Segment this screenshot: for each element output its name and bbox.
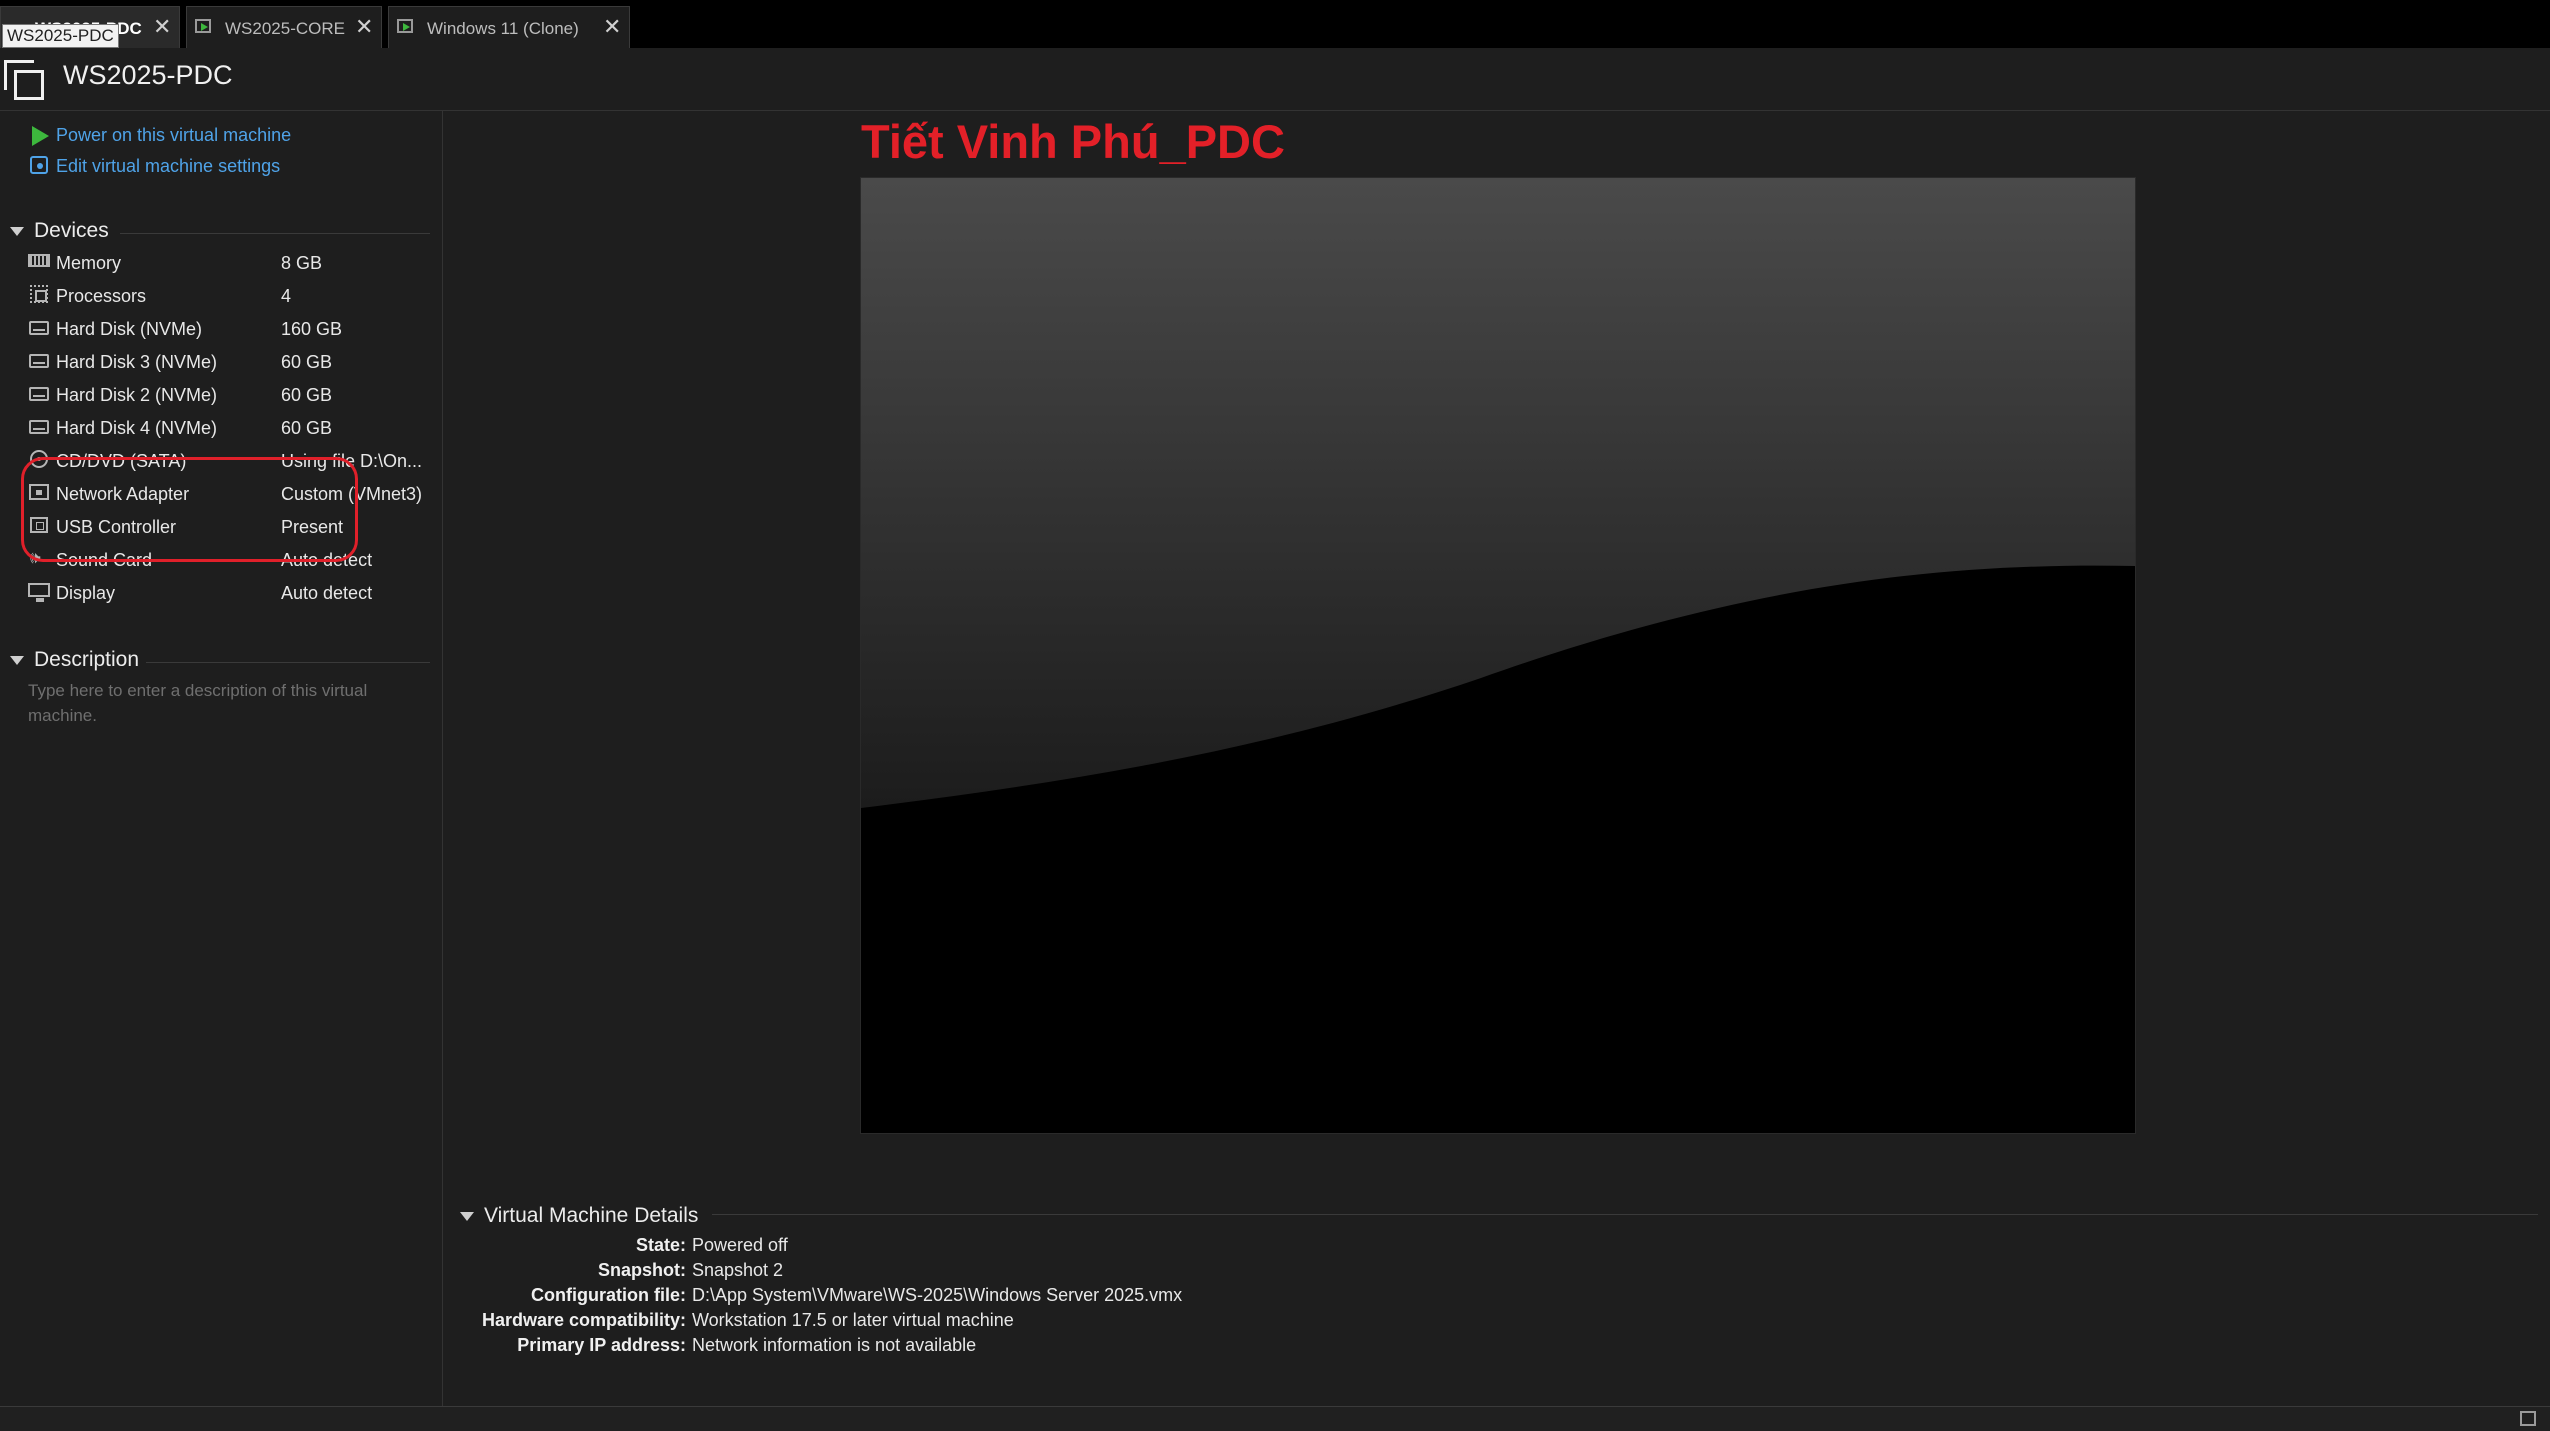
- description-heading: Description: [34, 648, 140, 671]
- virtual-machine-icon: [195, 19, 211, 33]
- hard-disk-icon: [29, 354, 49, 368]
- display-icon: [28, 583, 50, 602]
- device-name: Hard Disk 2 (NVMe): [56, 385, 218, 405]
- red-annotation-ellipse: [21, 457, 358, 562]
- detail-value: Network information is not available: [692, 1335, 977, 1355]
- vm-preview-artwork: [861, 178, 2135, 1133]
- detail-key-snapshot: Snapshot:: [460, 1260, 686, 1285]
- divider: [712, 1214, 2538, 1215]
- divider: [146, 662, 430, 663]
- detail-key: Primary IP address:: [517, 1335, 686, 1355]
- close-icon[interactable]: ✕: [153, 14, 171, 40]
- devices-heading: Devices: [34, 219, 109, 242]
- device-value: 8 GB: [281, 253, 323, 273]
- device-value: Auto detect: [281, 583, 373, 603]
- detail-key: Snapshot:: [598, 1260, 686, 1280]
- power-on-icon: [32, 126, 49, 146]
- close-icon[interactable]: ✕: [603, 14, 621, 40]
- collapse-arrow-icon: [460, 1212, 474, 1221]
- hard-disk-icon: [29, 420, 49, 434]
- device-name: Processors: [56, 286, 147, 306]
- detail-key-hardware-compat: Hardware compatibility:: [460, 1310, 686, 1335]
- detail-value: Workstation 17.5 or later virtual machin…: [692, 1310, 1014, 1330]
- tab-label: Windows 11 (Clone): [427, 19, 579, 38]
- detail-key-state: State:: [460, 1235, 686, 1260]
- tab-windows-11-clone[interactable]: Windows 11 (Clone) ✕: [388, 6, 630, 48]
- processor-icon: [30, 285, 48, 303]
- detail-value: Snapshot 2: [692, 1260, 784, 1280]
- hard-disk-icon: [29, 321, 49, 335]
- tab-label: WS2025-CORE: [225, 19, 345, 38]
- edit-settings-label: Edit virtual machine settings: [56, 156, 281, 176]
- vm-details-heading: Virtual Machine Details: [484, 1204, 699, 1227]
- vm-screen-preview[interactable]: [860, 177, 2136, 1134]
- device-value: 4: [281, 286, 292, 306]
- vm-summary-panel: Power on this virtual machine Edit virtu…: [0, 111, 443, 1406]
- detail-key-primary-ip: Primary IP address:: [460, 1335, 686, 1360]
- description-field[interactable]: Type here to enter a description of this…: [28, 678, 418, 728]
- device-row-display[interactable]: Display Auto detect: [28, 579, 428, 611]
- device-value: 60 GB: [281, 352, 333, 372]
- detail-key: Configuration file:: [531, 1285, 686, 1305]
- overlay-title: Tiết Vinh Phú_PDC: [861, 115, 1285, 168]
- device-row-hard-disk[interactable]: Hard Disk (NVMe) 160 GB: [28, 315, 428, 347]
- device-value: 160 GB: [281, 319, 343, 339]
- device-value: 60 GB: [281, 385, 333, 405]
- device-row-hard-disk-2[interactable]: Hard Disk 2 (NVMe) 60 GB: [28, 381, 428, 413]
- device-name: Memory: [56, 253, 122, 273]
- status-bar-icon[interactable]: [2520, 1411, 2536, 1426]
- detail-value: D:\App System\VMware\WS-2025\Windows Ser…: [692, 1285, 1183, 1305]
- status-bar: [0, 1406, 2550, 1431]
- device-row-hard-disk-4[interactable]: Hard Disk 4 (NVMe) 60 GB: [28, 414, 428, 446]
- device-name: Hard Disk (NVMe): [56, 319, 203, 339]
- virtual-machine-icon: [397, 19, 413, 33]
- tab-ws2025-core[interactable]: WS2025-CORE ✕: [186, 6, 382, 48]
- close-icon[interactable]: ✕: [355, 14, 373, 40]
- tab-bar: WS2025-PDC ✕ WS2025-CORE ✕ Windows 11 (C…: [0, 0, 2550, 48]
- detail-key: State:: [635, 1235, 686, 1255]
- device-value: 60 GB: [281, 418, 333, 438]
- divider: [120, 233, 430, 234]
- vm-title: WS2025-PDC: [63, 60, 233, 90]
- detail-key-config-file: Configuration file:: [460, 1285, 686, 1310]
- power-on-label: Power on this virtual machine: [56, 125, 292, 145]
- device-name: Display: [56, 583, 116, 603]
- settings-icon: [30, 156, 48, 174]
- vm-header: [0, 48, 2550, 111]
- detail-value: Powered off: [692, 1235, 788, 1255]
- detail-key: Hardware compatibility:: [481, 1310, 686, 1330]
- collapse-arrow-icon: [10, 227, 24, 236]
- device-name: Hard Disk 4 (NVMe): [56, 418, 218, 438]
- device-row-processors[interactable]: Processors 4: [28, 282, 428, 314]
- memory-icon: [28, 254, 50, 267]
- virtual-machine-icon: [4, 60, 44, 100]
- tab-tooltip: WS2025-PDC: [2, 24, 119, 48]
- device-name: Hard Disk 3 (NVMe): [56, 352, 218, 372]
- device-row-hard-disk-3[interactable]: Hard Disk 3 (NVMe) 60 GB: [28, 348, 428, 380]
- hard-disk-icon: [29, 387, 49, 401]
- collapse-arrow-icon: [10, 656, 24, 665]
- device-row-memory[interactable]: Memory 8 GB: [28, 249, 428, 281]
